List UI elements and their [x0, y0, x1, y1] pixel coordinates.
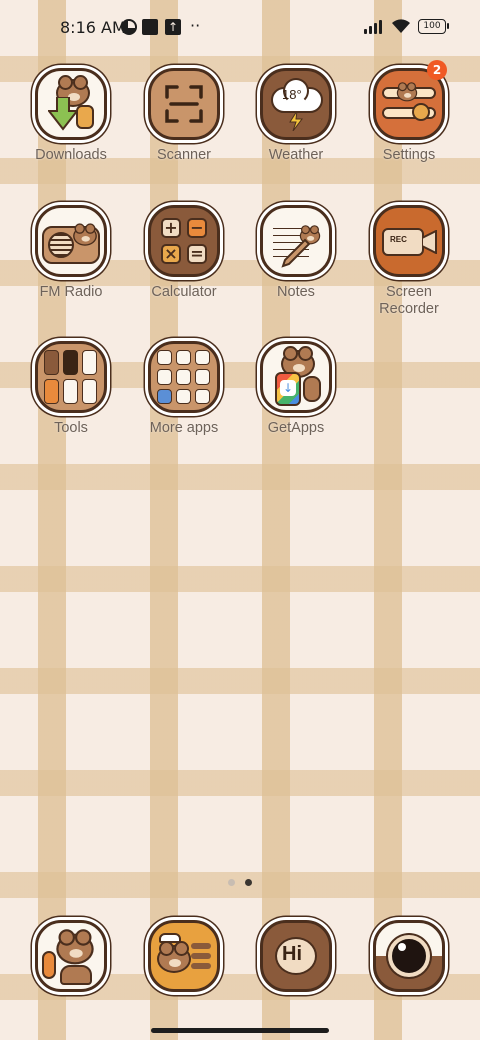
radio-icon: [35, 205, 107, 277]
upload-icon: ↑: [165, 19, 181, 35]
camera-icon: [373, 920, 445, 992]
notification-square-icon: [142, 19, 158, 35]
app-screen-recorder[interactable]: REC Screen Recorder: [353, 205, 465, 318]
dock-phone[interactable]: [15, 920, 127, 992]
app-label-line1: Screen: [386, 284, 432, 300]
screen-recorder-icon: REC: [373, 205, 445, 277]
app-calculator[interactable]: + − × = Calculator: [128, 205, 240, 301]
app-label: Notes: [277, 284, 315, 300]
weather-temp: 18°: [282, 87, 302, 102]
home-gesture-bar[interactable]: [151, 1028, 329, 1033]
calculator-icon: + − × =: [148, 205, 220, 277]
more-dots-icon: ··: [190, 16, 201, 35]
dock-camera[interactable]: [353, 920, 465, 992]
notes-icon: [260, 205, 332, 277]
app-label: Weather: [268, 147, 324, 163]
notification-badge: 2: [427, 60, 447, 80]
status-time: 8:16 AM: [60, 18, 126, 37]
more-apps-folder-icon: [148, 341, 220, 413]
signal-icon: [364, 20, 386, 34]
app-label: Calculator: [151, 284, 217, 300]
page-indicator-dot-1[interactable]: [228, 879, 235, 886]
app-label: Settings: [382, 147, 436, 163]
app-label: Screen Recorder: [353, 284, 465, 318]
messages-icon: [148, 920, 220, 992]
app-scanner[interactable]: Scanner: [128, 68, 240, 164]
app-label: More apps: [149, 420, 219, 436]
app-getapps[interactable]: ↓ GetApps: [240, 341, 352, 437]
status-bar: 8:16 AM ↑ ·· 100: [0, 0, 480, 56]
app-fm-radio[interactable]: FM Radio: [15, 205, 127, 301]
scanner-icon: [148, 68, 220, 140]
app-weather[interactable]: 18° Weather: [240, 68, 352, 164]
app-label: GetApps: [267, 420, 325, 436]
downloads-icon: [35, 68, 107, 140]
dock-messages[interactable]: [128, 920, 240, 992]
rec-label: REC: [390, 235, 407, 244]
app-label: FM Radio: [39, 284, 103, 300]
wifi-icon: [392, 19, 410, 33]
app-tools-folder[interactable]: Tools: [15, 341, 127, 437]
getapps-icon: ↓: [260, 341, 332, 413]
phone-icon: [35, 920, 107, 992]
battery-icon: 100: [418, 19, 449, 34]
app-label: Downloads: [35, 147, 107, 163]
hi-chat-icon: Hi: [260, 920, 332, 992]
app-notes[interactable]: Notes: [240, 205, 352, 301]
dock-hi-chat[interactable]: Hi: [240, 920, 352, 992]
app-settings[interactable]: 2 Settings: [353, 60, 465, 164]
app-label: Tools: [54, 420, 88, 436]
app-label-line2: Recorder: [379, 301, 439, 317]
hi-text: Hi: [282, 943, 302, 965]
app-label: Scanner: [156, 147, 211, 163]
app-more-apps-folder[interactable]: More apps: [128, 341, 240, 437]
data-saver-icon: [121, 19, 137, 35]
tools-folder-icon: [35, 341, 107, 413]
app-downloads[interactable]: Downloads: [15, 68, 127, 164]
page-indicator-dot-2[interactable]: [245, 879, 252, 886]
weather-icon: 18°: [260, 68, 332, 140]
